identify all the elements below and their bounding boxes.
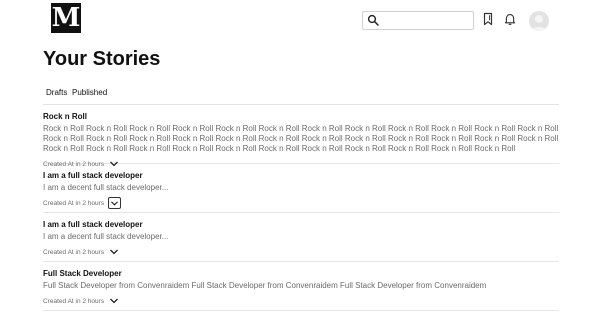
search-box[interactable] — [362, 11, 474, 30]
medium-logo[interactable]: M — [51, 3, 81, 33]
created-at-label: Created At in 2 hours — [43, 297, 105, 305]
tab-drafts[interactable]: Drafts — [43, 88, 70, 98]
top-navigation-bar: M — [0, 0, 600, 40]
story-meta: Created At in 2 hours — [43, 158, 559, 170]
created-at-label: Created At in 2 hours — [43, 199, 105, 207]
user-silhouette-icon — [531, 15, 547, 31]
story-preview: I am a decent full stack developer... — [43, 232, 169, 241]
chevron-down-icon[interactable] — [109, 248, 119, 256]
story-preview: I am a decent full stack developer... — [43, 183, 169, 192]
story-item[interactable]: I am a full stack developer I am a decen… — [43, 220, 559, 262]
story-options-button[interactable] — [108, 197, 122, 209]
chevron-down-icon — [111, 200, 119, 206]
created-at-label: Created At in 2 hours — [43, 160, 105, 168]
search-icon — [367, 14, 379, 26]
story-meta: Created At in 2 hours — [43, 295, 559, 307]
story-meta: Created At in 2 hours — [43, 246, 559, 258]
search-input[interactable] — [383, 13, 469, 27]
story-preview: Rock n Roll Rock n Roll Rock n Roll Rock… — [43, 124, 559, 153]
tab-published[interactable]: Published — [69, 88, 110, 98]
story-meta: Created At in 2 hours — [43, 197, 559, 209]
story-title[interactable]: Rock n Roll — [43, 112, 559, 122]
story-title[interactable]: I am a full stack developer — [43, 220, 559, 230]
page-title: Your Stories — [43, 48, 161, 70]
story-item[interactable]: I am a full stack developer I am a decen… — [43, 171, 559, 213]
story-item[interactable]: Full Stack Developer Full Stack Develope… — [43, 269, 559, 311]
story-title[interactable]: I am a full stack developer — [43, 171, 559, 181]
created-at-label: Created At in 2 hours — [43, 248, 105, 256]
bell-icon[interactable] — [503, 12, 517, 26]
story-title[interactable]: Full Stack Developer — [43, 269, 559, 279]
bookmark-icon[interactable] — [481, 12, 495, 26]
chevron-down-icon[interactable] — [109, 160, 119, 168]
avatar[interactable] — [529, 11, 549, 31]
story-preview: Full Stack Developer from Convenraidem F… — [43, 281, 487, 290]
story-item[interactable]: Rock n Roll Rock n Roll Rock n Roll Rock… — [43, 112, 559, 168]
chevron-down-icon[interactable] — [109, 297, 119, 305]
story-tabs: Drafts Published — [43, 88, 559, 105]
